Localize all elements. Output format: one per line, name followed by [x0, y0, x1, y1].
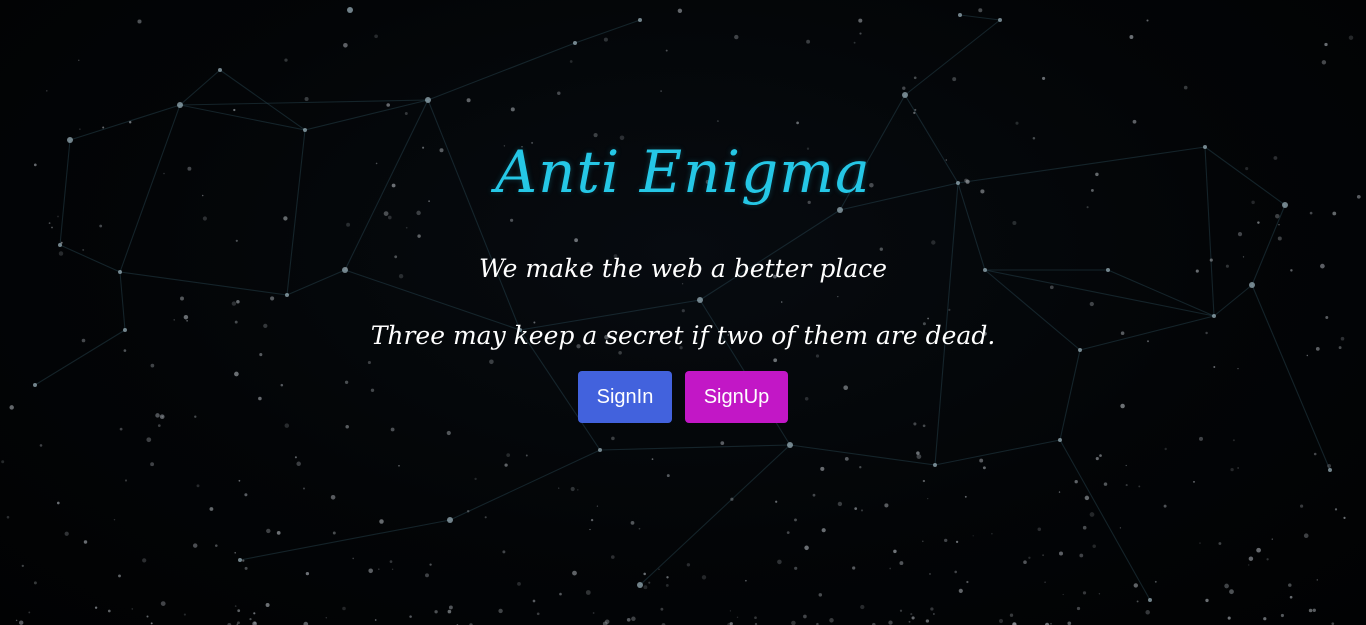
landing-page: Anti Enigma We make the web a better pla…: [0, 0, 1366, 625]
hero-section: Anti Enigma We make the web a better pla…: [0, 0, 1366, 625]
site-title: Anti Enigma: [495, 138, 871, 206]
tagline: We make the web a better place: [478, 254, 888, 283]
auth-buttons: SignIn SignUp: [578, 371, 788, 423]
signup-button[interactable]: SignUp: [685, 371, 788, 423]
signin-button[interactable]: SignIn: [578, 371, 672, 423]
quote-text: Three may keep a secret if two of them a…: [370, 321, 996, 350]
